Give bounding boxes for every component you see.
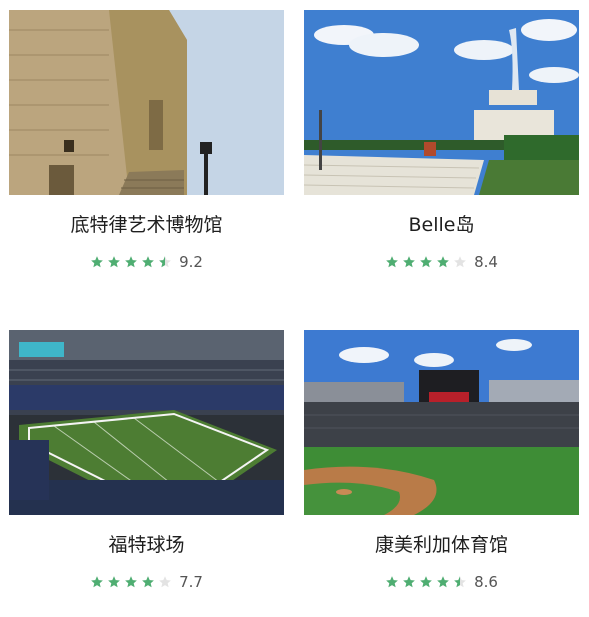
star-icon (125, 256, 137, 268)
attraction-photo[interactable] (304, 10, 579, 195)
star-icon (159, 256, 171, 268)
star-icon (125, 576, 137, 588)
attraction-card-belle-isle[interactable]: Belle岛 8.4 (304, 10, 579, 271)
star-icon (108, 576, 120, 588)
star-icon (386, 256, 398, 268)
baseball-stadium-photo (304, 330, 579, 515)
attraction-card-comerica-park[interactable]: 康美利加体育馆 8.6 (304, 330, 579, 591)
fountain-photo (304, 10, 579, 195)
star-icon (91, 576, 103, 588)
rating-row: 9.2 (9, 253, 284, 271)
star-icon (437, 576, 449, 588)
rating-score: 9.2 (179, 253, 203, 271)
rating-score: 8.6 (474, 573, 498, 591)
attraction-title[interactable]: 康美利加体育馆 (304, 533, 579, 557)
star-icon (420, 576, 432, 588)
attraction-title[interactable]: 底特律艺术博物馆 (9, 213, 284, 237)
star-icon (159, 576, 171, 588)
star-icon (454, 256, 466, 268)
rating-row: 8.6 (304, 573, 579, 591)
rating-row: 8.4 (304, 253, 579, 271)
star-icon (437, 256, 449, 268)
attraction-title[interactable]: 福特球场 (9, 533, 284, 557)
football-stadium-photo (9, 330, 284, 515)
rating-score: 7.7 (179, 573, 203, 591)
attraction-title[interactable]: Belle岛 (304, 213, 579, 237)
star-icon (91, 256, 103, 268)
star-icon (454, 576, 466, 588)
star-icon (142, 576, 154, 588)
rating-score: 8.4 (474, 253, 498, 271)
attraction-card-ford-field[interactable]: 福特球场 7.7 (9, 330, 284, 591)
attraction-photo[interactable] (9, 330, 284, 515)
attraction-photo[interactable] (304, 330, 579, 515)
star-icon (142, 256, 154, 268)
star-icon (420, 256, 432, 268)
attraction-photo[interactable] (9, 10, 284, 195)
star-icon (403, 576, 415, 588)
rating-row: 7.7 (9, 573, 284, 591)
star-icon (108, 256, 120, 268)
museum-photo (9, 10, 284, 195)
attraction-card-detroit-institute-of-arts[interactable]: 底特律艺术博物馆 9.2 (9, 10, 284, 271)
star-icon (386, 576, 398, 588)
star-icon (403, 256, 415, 268)
